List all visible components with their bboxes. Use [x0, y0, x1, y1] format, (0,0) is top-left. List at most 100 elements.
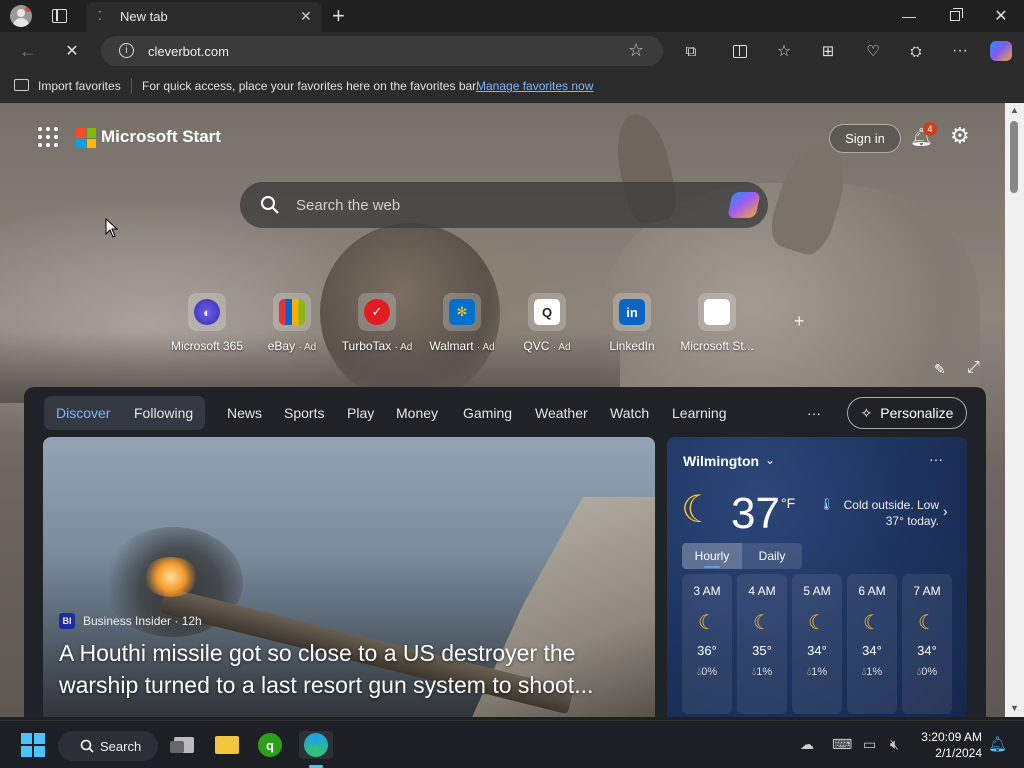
quick-link-microsoft-365[interactable]: ◐ Microsoft 365 — [165, 293, 249, 353]
hourly-forecast-item[interactable]: 4 AM ☾ 35° 💧︎1% — [737, 574, 787, 714]
manage-favorites-link[interactable]: Manage favorites now — [476, 79, 593, 93]
scroll-up-icon[interactable]: ▲ — [1010, 105, 1019, 115]
brand-title[interactable]: Microsoft Start — [101, 127, 221, 147]
weather-card[interactable]: Wilmington ⌄ ··· ☾ 37 °F 🌡︎ Cold outside… — [667, 437, 967, 717]
tab-following[interactable]: Following — [134, 405, 193, 421]
more-options-icon[interactable]: ··· — [947, 38, 973, 64]
moon-icon: ☾ — [681, 489, 716, 531]
volume-muted-icon[interactable]: 🔇︎ — [890, 736, 899, 753]
workspaces-icon[interactable]: ⛭ — [903, 38, 929, 64]
hero-article-card[interactable]: BI Business Insider · 12h A Houthi missi… — [43, 437, 655, 717]
favorites-icon[interactable]: ☆ — [771, 38, 797, 64]
forecast-precip: 💧︎1% — [792, 666, 842, 679]
web-search-box[interactable] — [240, 182, 768, 228]
stop-loading-button[interactable]: ✕ — [59, 38, 85, 64]
hourly-forecast-item[interactable]: 6 AM ☾ 34° 💧︎1% — [847, 574, 897, 714]
system-clock[interactable]: 3:20:09 AM 2/1/2024 — [910, 729, 982, 761]
search-input[interactable] — [296, 194, 696, 216]
copilot-search-icon[interactable] — [727, 192, 761, 218]
quick-link-microsoft-store[interactable]: Microsoft St... — [675, 293, 759, 353]
forecast-time: 3 AM — [693, 584, 721, 598]
sign-in-button[interactable]: Sign in — [829, 124, 901, 153]
forecast-precip: 💧︎0% — [682, 666, 732, 679]
file-explorer-icon[interactable] — [213, 731, 241, 759]
quick-link-label: Walmart — [429, 339, 474, 353]
profile-avatar[interactable] — [10, 5, 32, 27]
personalize-button[interactable]: ✧ Personalize — [847, 397, 967, 429]
quick-link-ebay[interactable]: eBay · Ad — [250, 293, 334, 353]
settings-gear-icon[interactable]: ⚙ — [950, 123, 970, 149]
tab-watch[interactable]: Watch — [610, 405, 649, 421]
scroll-down-icon[interactable]: ▼ — [1010, 703, 1019, 713]
import-favorites-button[interactable]: Import favorites — [38, 79, 121, 93]
restore-button[interactable] — [932, 0, 978, 32]
more-tabs-button[interactable]: ··· — [807, 405, 821, 421]
import-favorites-icon[interactable] — [14, 79, 29, 91]
notification-bell-icon[interactable]: 🔔︎ — [988, 735, 1007, 753]
article-headline[interactable]: A Houthi missile got so close to a US de… — [59, 637, 649, 701]
cloud-offline-icon[interactable]: ☁ — [800, 736, 814, 753]
forecast-temp: 35° — [752, 643, 772, 658]
windows-start-icon[interactable] — [19, 731, 47, 759]
tab-new-tab[interactable]: ⁚ New tab ✕ — [86, 2, 322, 32]
tab-play[interactable]: Play — [347, 405, 374, 421]
tab-actions-icon[interactable] — [52, 9, 67, 23]
quick-link-walmart[interactable]: ✻ Walmart · Ad — [420, 293, 504, 353]
chevron-right-icon[interactable]: › — [943, 503, 948, 519]
quickbooks-icon[interactable]: q — [256, 731, 284, 759]
precip-value: 0% — [701, 666, 718, 678]
address-bar[interactable]: i cleverbot.com ☆ — [101, 36, 663, 66]
mouse-cursor-icon — [105, 218, 119, 238]
quick-link-qvc[interactable]: Q QVC · Ad — [505, 293, 589, 353]
chevron-down-icon[interactable]: ⌄ — [765, 453, 775, 467]
forecast-time: 5 AM — [803, 584, 831, 598]
expand-icon[interactable]: ⤢ — [967, 359, 980, 377]
site-info-icon[interactable]: i — [119, 43, 134, 58]
forecast-precip: 💧︎0% — [902, 666, 952, 679]
add-quick-link-button[interactable]: + — [794, 311, 805, 332]
tab-gaming[interactable]: Gaming — [463, 405, 512, 421]
tab-learning[interactable]: Learning — [672, 405, 727, 421]
tab-weather[interactable]: Weather — [535, 405, 588, 421]
back-button[interactable]: ← — [15, 38, 41, 64]
weather-more-icon[interactable]: ··· — [929, 451, 943, 467]
collections-icon[interactable]: ⊞ — [815, 38, 841, 64]
forecast-time: 7 AM — [913, 584, 941, 598]
tab-sports[interactable]: Sports — [284, 405, 324, 421]
edit-background-icon[interactable]: ✎ — [934, 361, 946, 378]
hourly-forecast-item[interactable]: 7 AM ☾ 34° 💧︎0% — [902, 574, 952, 714]
hourly-forecast-item[interactable]: 3 AM ☾ 36° 💧︎0% — [682, 574, 732, 714]
split-screen-icon[interactable] — [727, 38, 753, 64]
task-view-icon[interactable] — [170, 731, 198, 759]
close-window-button[interactable]: ✕ — [978, 0, 1024, 32]
minimize-button[interactable]: — — [886, 0, 932, 32]
weather-location[interactable]: Wilmington — [683, 453, 759, 469]
quick-link-linkedin[interactable]: in LinkedIn — [590, 293, 674, 353]
favorite-star-icon[interactable]: ☆ — [628, 40, 644, 61]
search-icon — [80, 739, 94, 753]
clock-time: 3:20:09 AM — [921, 730, 982, 744]
hourly-forecast-item[interactable]: 5 AM ☾ 34° 💧︎1% — [792, 574, 842, 714]
edge-browser-icon[interactable] — [299, 731, 333, 759]
taskbar-search-button[interactable]: Search — [58, 731, 158, 761]
keyboard-icon[interactable]: ⌨ — [832, 736, 852, 753]
ad-tag: · Ad — [552, 342, 571, 353]
close-tab-icon[interactable]: ✕ — [300, 8, 312, 25]
page-scrollbar[interactable]: ▲ ▼ — [1005, 103, 1024, 717]
microsoft-store-icon — [698, 293, 736, 331]
scrollbar-thumb[interactable] — [1010, 121, 1018, 193]
tab-money[interactable]: Money — [396, 405, 438, 421]
tab-discover[interactable]: Discover — [56, 405, 110, 421]
title-bar: ⁚ New tab ✕ + — ✕ — [0, 0, 1024, 32]
browser-essentials-icon[interactable]: ♡ — [860, 38, 886, 64]
quick-link-turbotax[interactable]: ✓ TurboTax · Ad — [335, 293, 419, 353]
network-icon[interactable]: ▭ — [863, 736, 876, 753]
precip-value: 0% — [921, 666, 938, 678]
extensions-icon[interactable]: ⧉ — [678, 38, 704, 64]
tab-daily[interactable]: Daily — [742, 543, 802, 569]
copilot-icon[interactable] — [988, 38, 1014, 64]
tab-news[interactable]: News — [227, 405, 262, 421]
ad-tag: · Ad — [394, 342, 413, 353]
new-tab-button[interactable]: + — [332, 3, 345, 29]
apps-launcher-icon[interactable] — [38, 127, 58, 147]
